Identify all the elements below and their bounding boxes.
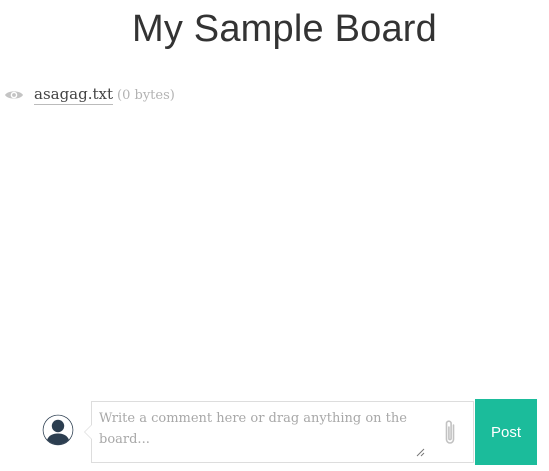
comment-input[interactable] bbox=[92, 402, 434, 462]
file-list-item: asagag.txt (0 bytes) bbox=[4, 85, 175, 105]
paperclip-icon[interactable] bbox=[442, 418, 458, 448]
resize-handle-icon[interactable] bbox=[416, 448, 425, 457]
comment-box bbox=[84, 401, 474, 463]
board-title: My Sample Board bbox=[131, 8, 437, 50]
file-name-link[interactable]: asagag.txt bbox=[34, 85, 114, 105]
user-avatar-icon bbox=[42, 414, 74, 446]
file-size: (0 bytes) bbox=[117, 87, 175, 103]
board-page: My Sample Board asagag.txt (0 bytes) Wri… bbox=[0, 0, 549, 471]
eye-icon[interactable] bbox=[4, 89, 24, 101]
post-button[interactable]: Post bbox=[475, 399, 537, 465]
